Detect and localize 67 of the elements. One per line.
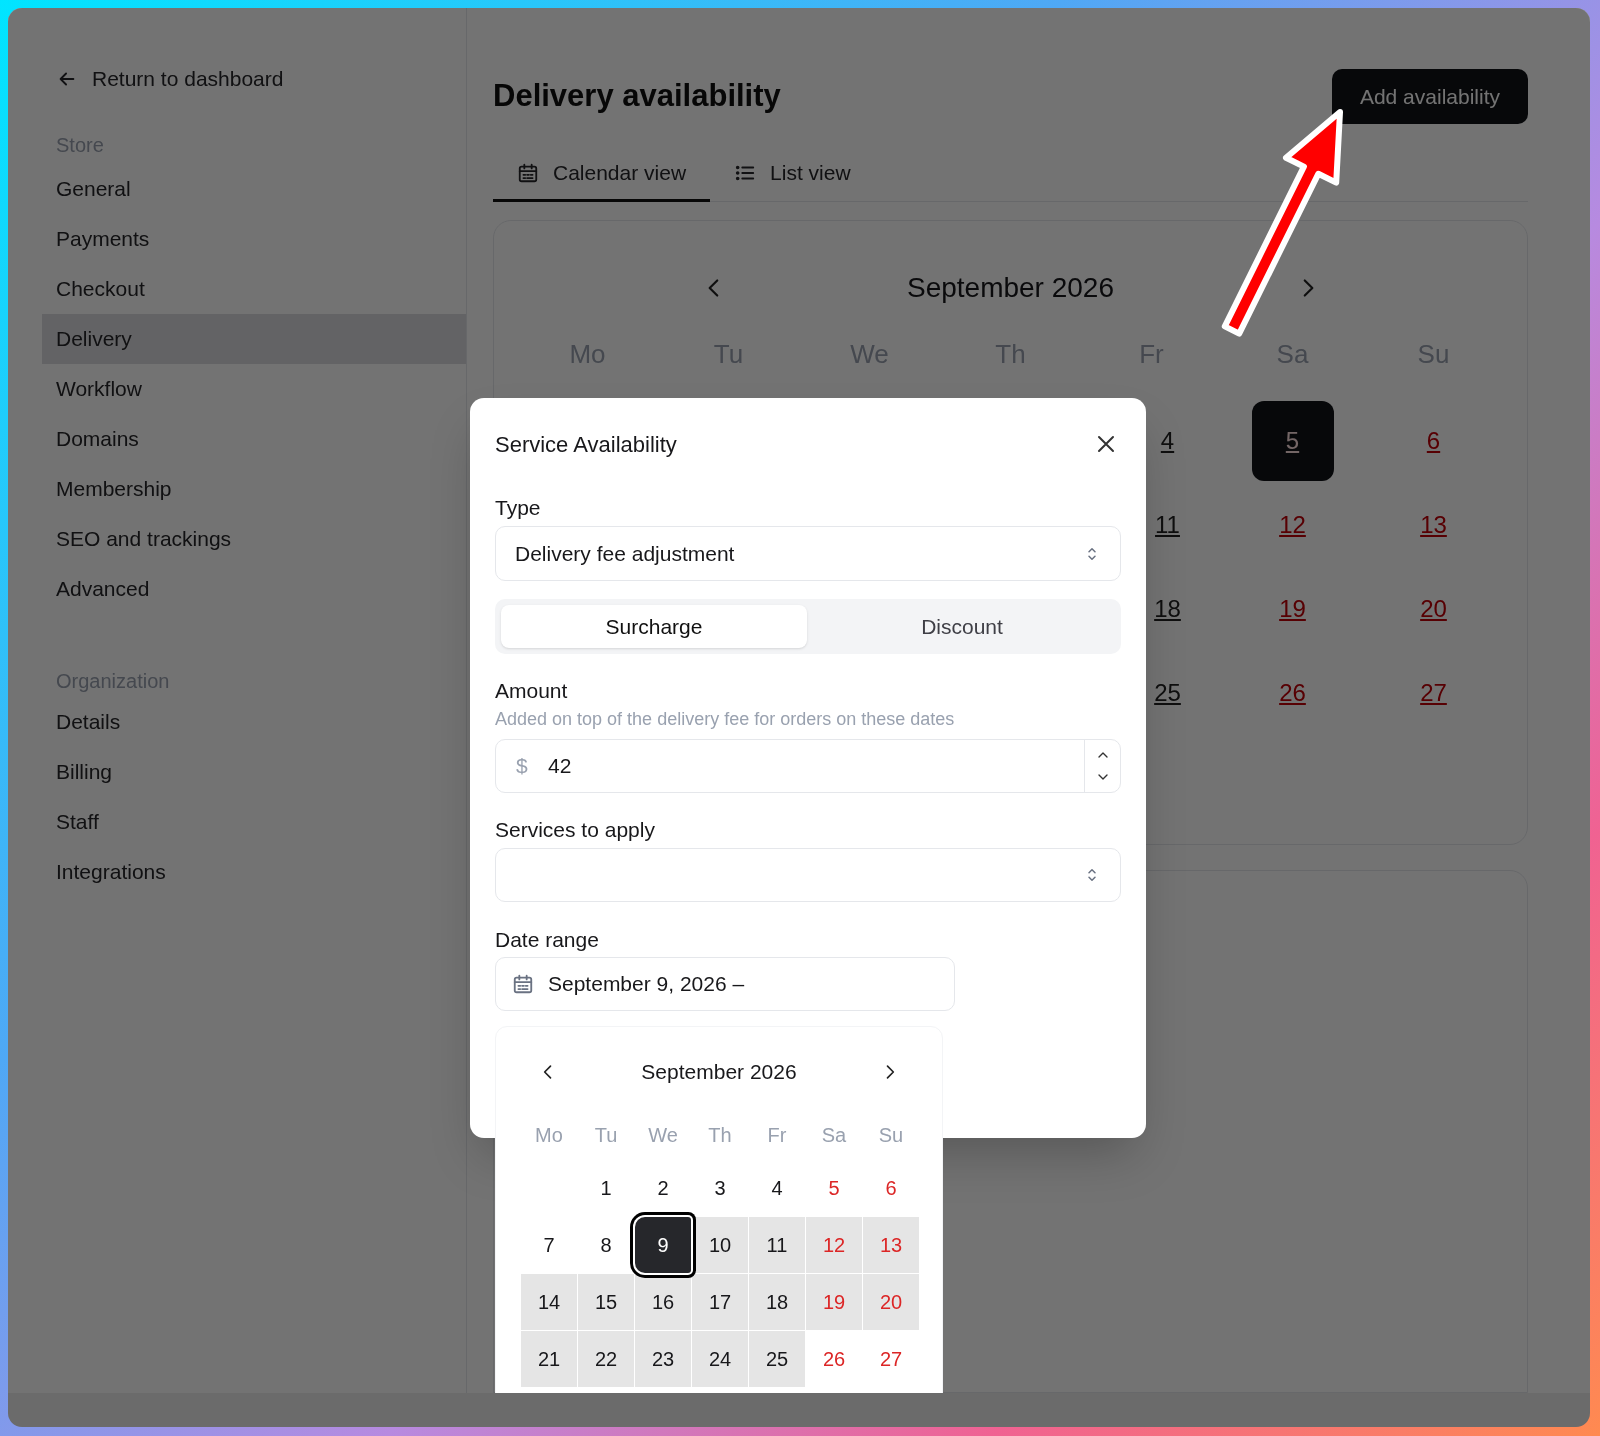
date-cell[interactable]: 11	[749, 1217, 805, 1273]
weekday-label: Fr	[767, 1123, 787, 1148]
weekday-label: We	[648, 1123, 678, 1148]
date-cell[interactable]: 20	[863, 1274, 919, 1330]
weekday-label: Th	[708, 1123, 732, 1148]
calendar-day[interactable]: 4	[1126, 401, 1209, 481]
segment-option[interactable]: Discount	[809, 605, 1115, 648]
amount-input[interactable]: $ 42	[495, 739, 1121, 793]
date-cell[interactable]: 21	[521, 1331, 577, 1387]
date-cell[interactable]: 8	[578, 1217, 634, 1273]
dialog-title: Service Availability	[495, 430, 677, 459]
add-availability-button[interactable]: Add availability	[1331, 69, 1528, 124]
date-range-field[interactable]: September 9, 2026 –	[495, 957, 955, 1011]
date-cell[interactable]: 19	[806, 1274, 862, 1330]
month-title: September 2026	[905, 271, 1115, 305]
calendar-day[interactable]: 26	[1251, 653, 1334, 733]
date-cell[interactable]: 3	[692, 1160, 748, 1216]
calendar-day[interactable]: 12	[1251, 485, 1334, 565]
date-cell[interactable]: 13	[863, 1217, 919, 1273]
weekday-label: Mo	[535, 1123, 563, 1148]
calendar-day[interactable]: 11	[1126, 485, 1209, 565]
segment-option[interactable]: Surcharge	[501, 605, 807, 648]
field-label: Date range	[495, 927, 600, 954]
currency-symbol: $	[515, 753, 529, 780]
calendar-day[interactable]: 5	[1251, 401, 1334, 481]
calendar-icon	[512, 973, 534, 995]
date-cell[interactable]: 4	[749, 1160, 805, 1216]
date-cell[interactable]: 18	[749, 1274, 805, 1330]
date-cell[interactable]: 2	[635, 1160, 691, 1216]
weekday-label: Sa	[821, 1123, 847, 1148]
field-label: Services to apply	[495, 817, 656, 844]
back-link[interactable]: Return to dashboard	[42, 65, 466, 93]
page-title: Delivery availability	[493, 77, 781, 116]
date-cell[interactable]: 14	[521, 1274, 577, 1330]
date-cell[interactable]: 25	[749, 1331, 805, 1387]
month-title: September 2026	[641, 1059, 797, 1086]
date-cell[interactable]: 15	[578, 1274, 634, 1330]
type-select[interactable]: Delivery fee adjustment	[495, 526, 1121, 581]
date-cell[interactable]: 26	[806, 1331, 862, 1387]
date-cell[interactable]: 7	[521, 1217, 577, 1273]
view-tab[interactable]: Calendar view	[493, 146, 711, 202]
calendar-day[interactable]: 27	[1392, 653, 1475, 733]
field-label: Amount	[495, 678, 569, 705]
weekday-label: Su	[878, 1123, 904, 1148]
date-cell[interactable]: 6	[863, 1160, 919, 1216]
field-label: Type	[495, 495, 542, 522]
date-cell[interactable]: 22	[578, 1331, 634, 1387]
weekday-label: Tu	[594, 1123, 618, 1148]
date-cell[interactable]: 23	[635, 1331, 691, 1387]
calendar-day[interactable]: 18	[1126, 569, 1209, 649]
date-cell[interactable]: 5	[806, 1160, 862, 1216]
date-cell[interactable]: 1	[578, 1160, 634, 1216]
calendar-day[interactable]: 6	[1392, 401, 1475, 481]
sidebar-item[interactable]: Delivery	[42, 314, 466, 364]
calendar-day[interactable]: 19	[1251, 569, 1334, 649]
view-tab[interactable]: List view	[710, 146, 875, 202]
field-hint: Added on top of the delivery fee for orders on these dates	[495, 707, 956, 731]
calendar-day[interactable]: 20	[1392, 569, 1475, 649]
amount-value: 42	[548, 753, 573, 780]
calendar-day[interactable]: 13	[1392, 485, 1475, 565]
date-cell[interactable]: 17	[692, 1274, 748, 1330]
calendar-icon	[517, 161, 539, 184]
date-cell[interactable]: 16	[635, 1274, 691, 1330]
date-cell[interactable]: 27	[863, 1331, 919, 1387]
date-cell[interactable]: 12	[806, 1217, 862, 1273]
calendar-day[interactable]: 25	[1126, 653, 1209, 733]
date-cell[interactable]: 24	[692, 1331, 748, 1387]
